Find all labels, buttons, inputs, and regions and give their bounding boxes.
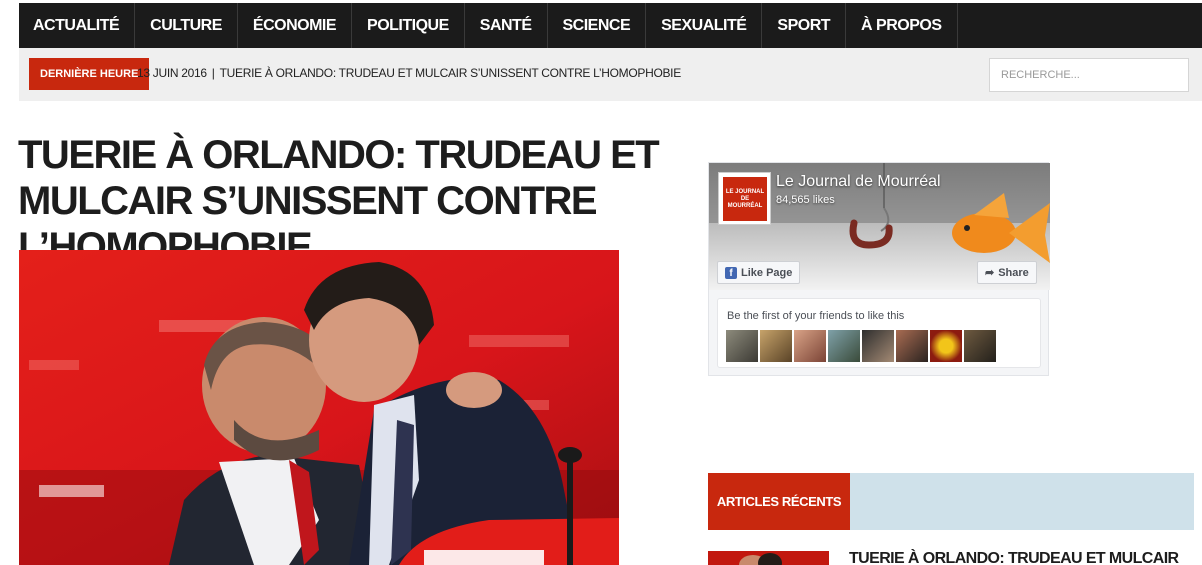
friend-avatar[interactable]	[964, 330, 996, 362]
ticker-headline[interactable]: 13 JUIN 2016 | TUERIE À ORLANDO: TRUDEAU E…	[137, 66, 681, 80]
article-hero-image	[19, 250, 619, 565]
ticker-separator: |	[211, 66, 215, 80]
share-arrow-icon: ➦	[985, 267, 995, 279]
friend-avatars	[726, 330, 996, 362]
recent-articles-tab[interactable]: ARTICLES RÉCENTS	[708, 473, 850, 530]
nav-item-economie[interactable]: ÉCONOMIE	[238, 3, 353, 48]
friend-avatar[interactable]	[794, 330, 826, 362]
like-page-label: Like Page	[741, 266, 793, 279]
nav-item-science[interactable]: SCIENCE	[548, 3, 647, 48]
nav-item-sport[interactable]: SPORT	[762, 3, 847, 48]
friend-avatar[interactable]	[862, 330, 894, 362]
hero-photo	[19, 250, 619, 565]
facebook-page-name[interactable]: Le Journal de Mourréal	[776, 173, 941, 191]
facebook-page-widget: LE JOURNAL DE MOURRÉAL Le Journal de Mou…	[708, 162, 1050, 376]
journal-logo[interactable]: LE JOURNAL DE MOURRÉAL	[718, 172, 771, 225]
nav-item-actualite[interactable]: ACTUALITÉ	[19, 3, 136, 48]
thumbnail-photo	[708, 551, 829, 565]
facebook-like-count: 84,565 likes	[776, 194, 835, 206]
friend-avatar[interactable]	[726, 330, 758, 362]
recent-article-title[interactable]: TUERIE À ORLANDO: TRUDEAU ET MULCAIR	[849, 550, 1179, 565]
friend-avatar[interactable]	[828, 330, 860, 362]
share-label: Share	[998, 266, 1029, 279]
nav-item-sante[interactable]: SANTÉ	[465, 3, 548, 48]
recent-articles-header: ARTICLES RÉCENTS	[708, 473, 1194, 530]
search-input[interactable]	[989, 58, 1189, 92]
friends-like-text: Be the first of your friends to like thi…	[727, 310, 905, 322]
breaking-news-badge: DERNIÈRE HEURE	[29, 58, 150, 90]
nav-item-politique[interactable]: POLITIQUE	[352, 3, 465, 48]
main-nav: ACTUALITÉ CULTURE ÉCONOMIE POLITIQUE SAN…	[19, 3, 1202, 48]
recent-article-thumbnail[interactable]	[708, 551, 829, 565]
facebook-f-icon: f	[725, 266, 737, 279]
breaking-news-bar: DERNIÈRE HEURE 13 JUIN 2016 | TUERIE À ORL…	[19, 48, 1202, 101]
nav-item-culture[interactable]: CULTURE	[135, 3, 238, 48]
ticker-date: 13 JUIN 2016	[137, 66, 207, 80]
nav-item-sexualite[interactable]: SEXUALITÉ	[646, 3, 763, 48]
friend-avatar[interactable]	[896, 330, 928, 362]
ticker-headline-link[interactable]: TUERIE À ORLANDO: TRUDEAU ET MULCAIR S’U…	[220, 66, 682, 80]
journal-logo-text: LE JOURNAL DE MOURRÉAL	[723, 177, 767, 221]
friend-avatar[interactable]	[930, 330, 962, 362]
nav-item-a-propos[interactable]: À PROPOS	[846, 3, 958, 48]
like-page-button[interactable]: f Like Page	[717, 261, 801, 284]
facebook-friends-box: Be the first of your friends to like thi…	[717, 298, 1041, 368]
friend-avatar[interactable]	[760, 330, 792, 362]
share-button[interactable]: ➦ Share	[977, 261, 1037, 284]
